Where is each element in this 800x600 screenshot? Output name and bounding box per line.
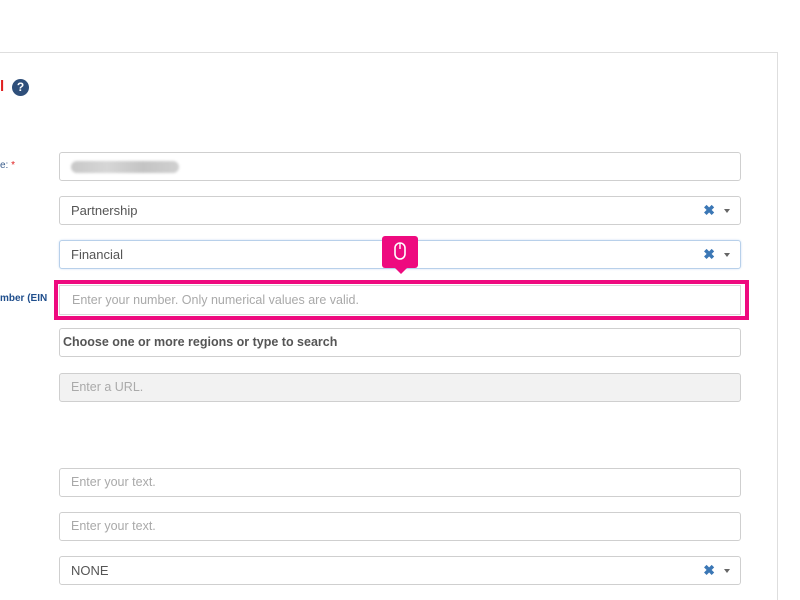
section-title-fragment: l (0, 80, 4, 94)
ein-input[interactable]: Enter your number. Only numerical values… (59, 285, 741, 315)
company-type-select[interactable]: Partnership ✖ (59, 196, 741, 225)
status-select[interactable]: NONE ✖ (59, 556, 741, 585)
ein-label: mber (EIN (0, 293, 48, 304)
clear-icon[interactable]: ✖ (703, 557, 715, 584)
text-input-2[interactable]: Enter your text. (59, 512, 741, 541)
chevron-down-icon[interactable] (724, 253, 730, 257)
mouse-icon (394, 242, 406, 260)
required-marker: * (11, 160, 16, 171)
clear-icon[interactable]: ✖ (703, 241, 715, 268)
chevron-down-icon[interactable] (724, 209, 730, 213)
top-strip (0, 0, 800, 53)
right-gutter (779, 53, 800, 600)
company-name-label-text: e: (0, 160, 9, 171)
url-input: Enter a URL. (59, 373, 741, 402)
help-icon[interactable]: ? (12, 79, 29, 96)
redacted-value (71, 161, 179, 173)
company-name-label: e: * (0, 160, 28, 171)
status-value: NONE (71, 563, 109, 578)
industry-value: Financial (71, 247, 124, 262)
clear-icon[interactable]: ✖ (703, 197, 715, 224)
click-indicator (382, 236, 418, 274)
chevron-down-icon[interactable] (724, 569, 730, 573)
company-name-input[interactable] (59, 152, 741, 181)
regions-input[interactable]: Choose one or more regions or type to se… (59, 328, 741, 357)
company-type-value: Partnership (71, 203, 138, 218)
text-input-1[interactable]: Enter your text. (59, 468, 741, 497)
